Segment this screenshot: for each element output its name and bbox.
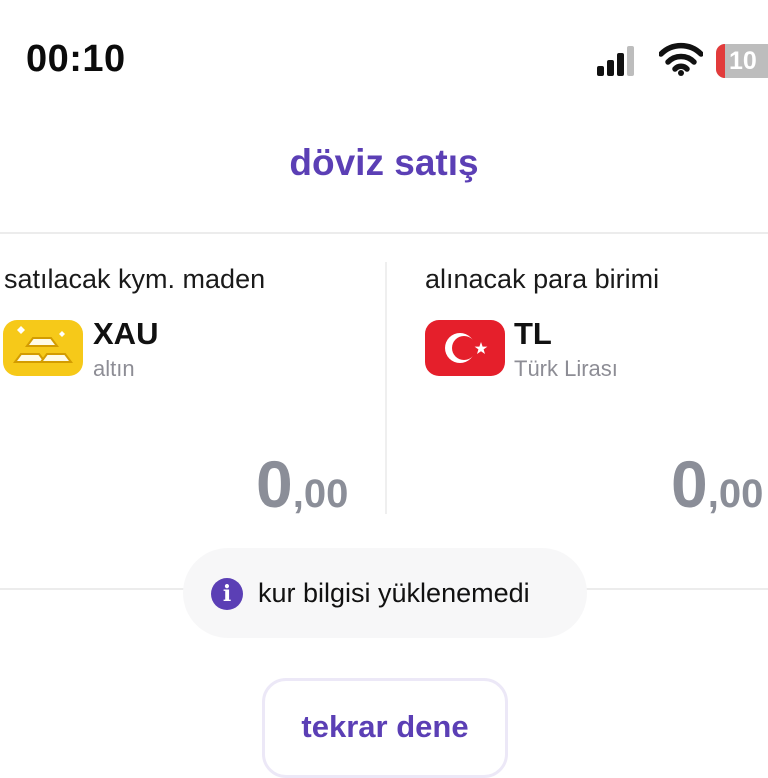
buy-currency-name: Türk Lirası — [514, 356, 618, 381]
battery-level: 10 — [729, 47, 757, 75]
turkey-flag-icon[interactable] — [425, 320, 505, 376]
sell-currency-name: altın — [93, 356, 135, 381]
rate-error-text: kur bilgisi yüklenemedi — [258, 578, 530, 608]
status-bar: 00:10 10 — [0, 0, 768, 100]
header-divider — [0, 232, 768, 234]
battery-low-icon: 10 — [716, 44, 768, 78]
cellular-signal-icon — [597, 46, 634, 76]
retry-button[interactable]: tekrar dene — [262, 678, 508, 778]
sell-panel-label: satılacak kym. maden — [4, 264, 266, 294]
gold-bars-icon[interactable] — [3, 320, 83, 376]
sell-amount-decimal: ,00 — [292, 472, 349, 516]
buy-amount-decimal: ,00 — [707, 472, 764, 516]
wifi-icon — [659, 42, 703, 76]
sell-currency-code[interactable]: XAU — [93, 316, 158, 352]
buy-amount: 0,00 — [671, 446, 763, 522]
buy-panel-label: alınacak para birimi — [425, 264, 660, 294]
panel-divider — [385, 262, 387, 514]
info-icon: i — [211, 578, 243, 610]
sell-amount-integer: 0 — [256, 447, 293, 521]
buy-currency-code[interactable]: TL — [514, 316, 552, 352]
page-title: döviz satış — [289, 142, 479, 183]
buy-amount-integer: 0 — [671, 447, 708, 521]
retry-button-label: tekrar dene — [301, 709, 469, 744]
rate-error-notice: i kur bilgisi yüklenemedi — [183, 548, 587, 638]
status-time: 00:10 — [26, 38, 126, 80]
sell-amount[interactable]: 0,00 — [256, 446, 348, 522]
